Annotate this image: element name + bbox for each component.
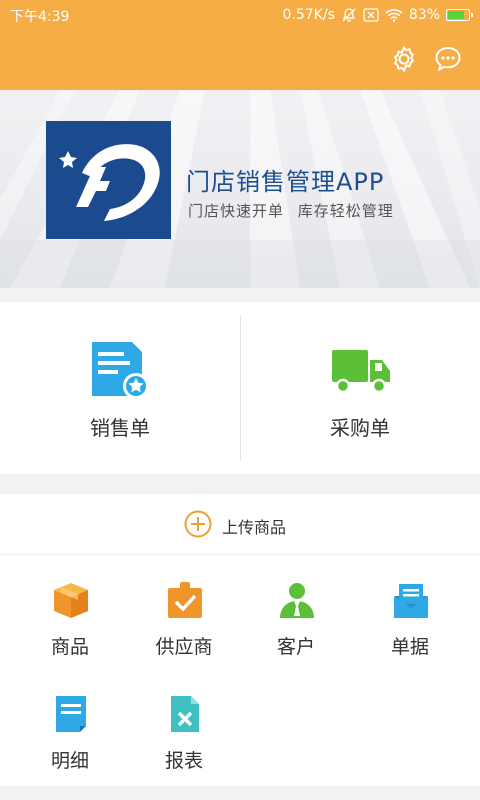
grid-label-documents: 单据 [390, 636, 429, 658]
battery-icon [446, 9, 473, 21]
upload-product-label: 上传商品 [222, 518, 287, 537]
brand-logo [46, 121, 171, 239]
plus-circle-icon [184, 510, 212, 538]
grid-item-documents[interactable]: 单据 [350, 562, 470, 672]
purchase-order-button[interactable]: 采购单 [240, 302, 480, 474]
box-icon [54, 583, 88, 618]
customer-icon [280, 583, 314, 618]
battery-percent: 83% [408, 7, 440, 23]
purchase-order-label: 采购单 [330, 416, 390, 440]
grid-label-suppliers: 供应商 [155, 636, 213, 658]
sim-icon [363, 8, 379, 22]
grid-item-suppliers[interactable]: 供应商 [124, 562, 244, 672]
sales-order-label: 销售单 [90, 416, 150, 440]
upload-product-button[interactable]: 上传商品 [0, 494, 480, 554]
network-speed: 0.57K/s [282, 7, 335, 23]
supplier-badge-icon [168, 582, 202, 618]
envelope-icon [394, 584, 428, 618]
bottom-spacer [0, 786, 480, 800]
sales-order-icon [92, 342, 149, 399]
sales-order-button[interactable]: 销售单 [0, 302, 240, 474]
grid-label-customers: 客户 [276, 636, 315, 658]
spreadsheet-icon [171, 696, 199, 732]
grid-item-customers[interactable]: 客户 [236, 562, 356, 672]
chat-bubble-icon[interactable] [433, 44, 463, 74]
status-bar: 下午4:39 0.57K/s 83% [0, 0, 480, 30]
grid-item-products[interactable]: 商品 [10, 562, 130, 672]
function-grid-card: 上传商品 商品 供应商 客户 单据 明细 报表 [0, 494, 480, 800]
logo-mark-icon [59, 144, 160, 221]
primary-actions-card: 销售单 采购单 [0, 302, 480, 474]
grid-item-reports[interactable]: 报表 [124, 676, 244, 786]
detail-document-icon [56, 696, 86, 732]
banner-subtitle: 门店快速开单 库存轻松管理 [188, 202, 394, 220]
status-right-group: 0.57K/s 83% [282, 6, 473, 24]
promo-banner: 门店销售管理APP 门店快速开单 库存轻松管理 [0, 90, 480, 288]
grid-label-reports: 报表 [164, 750, 203, 772]
horizontal-divider [0, 554, 480, 555]
status-time: 下午4:39 [10, 9, 70, 25]
mute-bell-icon [342, 8, 356, 22]
grid-label-details: 明细 [50, 750, 89, 772]
gear-icon[interactable] [389, 44, 419, 74]
delivery-truck-icon [332, 350, 390, 394]
grid-item-details[interactable]: 明细 [10, 676, 130, 786]
grid-label-products: 商品 [50, 636, 89, 658]
wifi-icon [385, 9, 403, 22]
banner-title: 门店销售管理APP [186, 168, 385, 196]
battery-level-fill [448, 11, 464, 19]
